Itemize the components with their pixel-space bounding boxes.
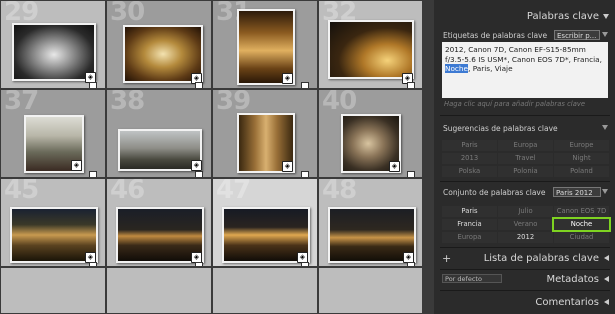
keyword-tags-label: Etiquetas de palabras clave [443,31,548,40]
cell-number: 46 [110,178,145,205]
suggestion-item[interactable]: Travel [498,153,553,164]
comments-header[interactable]: Comentarios [434,294,615,312]
divider [440,290,610,291]
keyword-set-item[interactable]: Europa [442,232,497,243]
keyword-set-label: Conjunto de palabras clave [443,188,546,197]
grid-cell[interactable]: 29 ◈ [0,0,106,89]
cell-number: 39 [216,89,251,116]
collapse-triangle-icon[interactable] [602,32,608,37]
right-panel: Palabras clave Etiquetas de palabras cla… [434,0,615,314]
keyword-badge-icon: ◈ [71,160,82,171]
suggestion-item[interactable]: Paris [442,140,497,151]
expand-triangle-icon[interactable] [604,255,609,261]
grid-cell[interactable]: 31 ◈ [212,0,318,89]
keyword-set-item[interactable]: Canon EOS 7D [554,206,609,217]
keyword-list-header[interactable]: Lista de palabras clave [434,250,615,268]
keyword-set-item[interactable]: Paris [442,206,497,217]
comments-title: Comentarios [535,297,599,308]
add-keyword-hint[interactable]: Haga clic aquí para añadir palabras clav… [444,100,585,108]
grid-cell[interactable]: 45 ◈ [0,178,106,267]
cell-number: 40 [322,89,357,116]
grid-scrollbar[interactable] [423,0,434,314]
thumbnail-grid: 29 ◈ 30 ◈ 31 ◈ 32 ◈ 37 ◈ 38 ◈ 39 ◈ 40 ◈ … [0,0,423,314]
flag-icon[interactable] [195,171,203,177]
keyword-tags-section: Etiquetas de palabras clave Escribir p..… [440,28,610,42]
keyword-set-item[interactable]: Ciudad [554,232,609,243]
grid-cell[interactable]: 39 ◈ [212,89,318,178]
flag-icon[interactable] [89,171,97,177]
divider [440,181,610,182]
grid-cell[interactable]: 32 ◈ [318,0,423,89]
suggestion-item[interactable]: Poland [554,166,609,177]
thumbnail-photo[interactable] [12,23,96,81]
metadata-header[interactable]: Metadatos [434,271,615,289]
suggestion-item[interactable]: 2013 [442,153,497,164]
grid-cell[interactable]: 46 ◈ [106,178,212,267]
thumbnail-photo[interactable] [118,129,202,171]
grid-cell[interactable]: 40 ◈ [318,89,423,178]
grid-cell[interactable] [318,267,423,314]
keyword-badge-icon: ◈ [389,161,400,172]
flag-icon[interactable] [301,82,309,88]
keyword-set-dropdown[interactable]: Paris 2012 [553,187,601,197]
keyword-set-section: Conjunto de palabras clave Paris 2012 [440,185,610,199]
keyword-set-item-active[interactable]: Noche [552,217,611,232]
flag-icon[interactable] [407,82,415,88]
divider [440,269,610,270]
expand-triangle-icon[interactable] [604,276,609,282]
flag-icon[interactable] [407,171,415,177]
thumbnail-photo[interactable] [328,20,414,79]
expand-triangle-icon[interactable] [604,299,609,305]
keyword-tags-textarea[interactable]: 2012, Canon 7D, Canon EF-S15-85mm f/3.5-… [442,42,608,98]
grid-cell[interactable]: 30 ◈ [106,0,212,89]
grid-cell-selected[interactable]: 47 ◈ [212,178,318,267]
keyword-list-title: Lista de palabras clave [483,253,599,264]
metadata-title: Metadatos [546,274,599,285]
cell-number: 38 [110,89,145,116]
grid-cell[interactable]: 48 ◈ [318,178,423,267]
keyword-set-item[interactable]: Verano [498,219,553,230]
grid-cell[interactable] [212,267,318,314]
keyword-badge-icon: ◈ [282,73,293,84]
suggestion-item[interactable]: Polska [442,166,497,177]
grid-cell[interactable] [106,267,212,314]
flag-icon[interactable] [89,82,97,88]
cell-number: 47 [216,178,251,205]
cell-number: 48 [322,178,357,205]
keyword-text: 2012, Canon 7D, Canon EF-S15-85mm f/3.5-… [445,45,602,64]
keyword-selected-text: Noche [445,64,469,73]
grid-cell[interactable] [0,267,106,314]
suggestion-item[interactable]: Europa [498,140,553,151]
cell-number: 37 [4,89,39,116]
keywording-panel-header[interactable]: Palabras clave [434,8,615,26]
grid-cell[interactable]: 37 ◈ [0,89,106,178]
keyword-set-item[interactable]: Francia [442,219,497,230]
divider [440,247,610,248]
keyword-text-after: , Paris, Viaje [468,64,513,73]
suggestions-label: Sugerencias de palabras clave [443,124,558,133]
keywording-title: Palabras clave [526,11,599,22]
divider [440,115,610,116]
flag-icon[interactable] [195,82,203,88]
collapse-triangle-icon[interactable] [602,125,608,130]
keyword-badge-icon: ◈ [282,161,293,172]
collapse-triangle-icon[interactable] [602,189,608,194]
suggestion-item[interactable]: Night [554,153,609,164]
collapse-triangle-icon[interactable] [603,14,609,19]
keyword-set-item[interactable]: 2012 [498,232,553,243]
suggestions-section: Sugerencias de palabras clave [440,121,610,135]
keyword-tags-mode-dropdown[interactable]: Escribir p... [554,30,600,40]
suggestion-item[interactable]: Polonia [498,166,553,177]
grid-cell[interactable]: 38 ◈ [106,89,212,178]
flag-icon[interactable] [301,171,309,177]
keyword-set-item[interactable]: Julio [498,206,553,217]
cell-number: 30 [110,0,145,27]
cell-number: 45 [4,178,39,205]
suggestion-item[interactable]: Europe [554,140,609,151]
keyword-badge-icon: ◈ [191,160,202,171]
